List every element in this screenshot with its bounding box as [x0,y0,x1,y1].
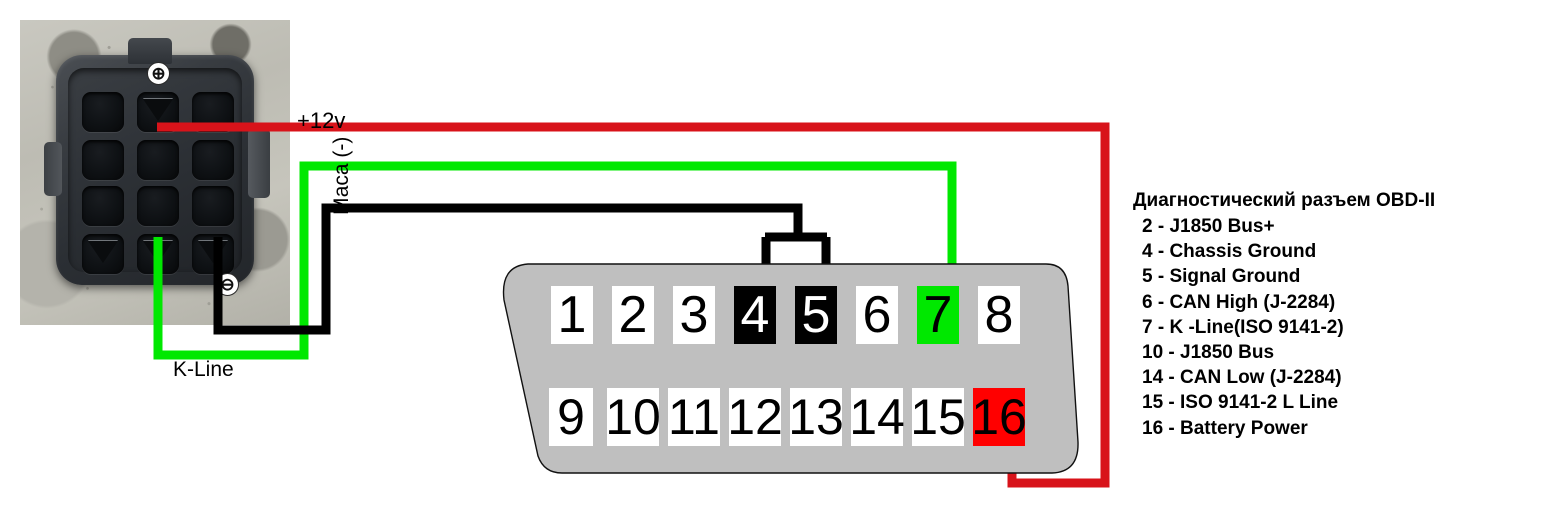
plus-symbol-icon: ⊕ [147,62,170,85]
obd-pin-4[interactable]: 4 [734,286,776,344]
socket-r4c3-ground [192,234,234,274]
legend-row-4: 4 - Chassis Ground [1142,241,1317,263]
legend-row-2: 2 - J1850 Bus+ [1142,216,1275,237]
socket-r1c3 [192,92,234,132]
obd-pin-12[interactable]: 12 [727,388,783,446]
label-kline: K-Line [173,358,234,381]
label-power: +12v [297,108,346,133]
obd-pin-8[interactable]: 8 [978,286,1020,344]
legend-row-15: 15 - ISO 9141-2 L Line [1142,392,1339,414]
obd-pin-13[interactable]: 13 [788,388,844,446]
legend-row-14: 14 - CAN Low (J-2284) [1142,367,1342,389]
label-ground: Маса (-) [330,136,353,215]
obd-pin-7[interactable]: 7 [917,286,959,344]
obd-pin-3[interactable]: 3 [673,286,715,344]
socket-r2c3 [192,140,234,180]
socket-r1c2-power [137,92,179,132]
socket-r4c2-kline [137,234,179,274]
connector-latch-tab [128,38,172,64]
socket-r3c2 [137,186,179,226]
socket-r2c1 [82,140,124,180]
legend-row-5: 5 - Signal Ground [1142,266,1301,288]
obd-pin-6[interactable]: 6 [856,286,898,344]
socket-r3c1 [82,186,124,226]
vehicle-connector-photo: ⊕ ⊖ [20,20,290,325]
socket-r4c1 [82,234,124,274]
obd-pin-2[interactable]: 2 [612,286,654,344]
obd-pin-11[interactable]: 11 [668,388,720,446]
legend-title: Диагностический разъем OBD-II [1133,190,1436,211]
diagram-canvas: ⊕ ⊖ +12v K-Line Маса (-) 1 2 3 4 5 6 7 8… [0,0,1553,507]
obd-pin-16[interactable]: 16 [971,388,1027,446]
legend-row-10: 10 - J1850 Bus [1142,342,1275,364]
legend-row-16: 16 - Battery Power [1142,417,1308,439]
obd-pin-5[interactable]: 5 [795,286,837,344]
obd-pinout-legend: Диагностический разъем OBD-II 2 - J1850 … [1133,188,1435,441]
legend-row-6: 6 - CAN High (J-2284) [1142,291,1336,313]
obd-pin-15[interactable]: 15 [910,388,966,446]
connector-ear-right [248,128,270,198]
legend-row-7: 7 - K -Line(ISO 9141-2) [1142,316,1344,338]
socket-r2c2 [137,140,179,180]
socket-r3c3 [192,186,234,226]
obd-ii-connector: 1 2 3 4 5 6 7 8 9 10 11 12 13 14 15 16 [500,260,1080,478]
socket-r1c1 [82,92,124,132]
obd-pin-1[interactable]: 1 [551,286,593,344]
obd-pin-10[interactable]: 10 [605,388,661,446]
minus-symbol-icon: ⊖ [216,273,239,296]
obd-pin-9[interactable]: 9 [549,388,593,446]
obd-pin-14[interactable]: 14 [849,388,905,446]
connector-ear-left [44,142,62,196]
